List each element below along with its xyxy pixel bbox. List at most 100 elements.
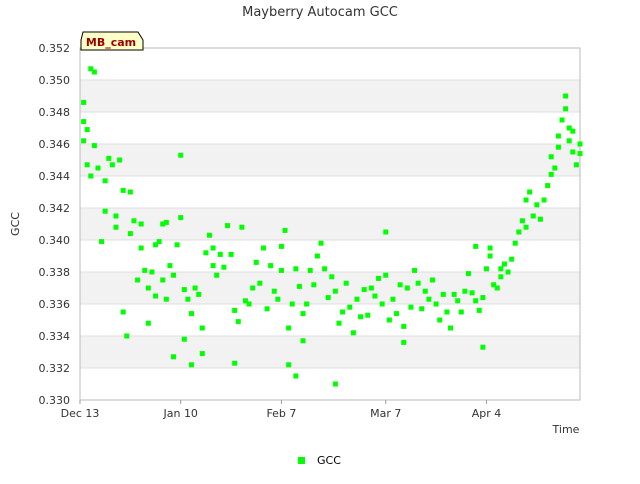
data-point (422, 288, 428, 294)
y-tick-label: 0.330 (39, 394, 71, 407)
data-point (473, 243, 479, 249)
data-point (84, 162, 90, 168)
data-point (221, 264, 227, 270)
data-point (559, 117, 565, 123)
data-point (239, 224, 245, 230)
data-point (498, 266, 504, 272)
data-point (383, 272, 389, 278)
data-point (300, 311, 306, 317)
data-point (81, 119, 87, 125)
data-point (573, 162, 579, 168)
data-point (163, 219, 169, 225)
data-point (318, 240, 324, 246)
y-tick-label: 0.346 (39, 138, 71, 151)
grid-band (80, 144, 580, 176)
data-point (224, 223, 230, 229)
chart-title: Mayberry Autocam GCC (242, 5, 398, 20)
data-point (415, 280, 421, 286)
data-point (343, 280, 349, 286)
data-point (196, 291, 202, 297)
data-point (394, 311, 400, 317)
data-point (138, 245, 144, 251)
site-badge-text: MB_cam (86, 36, 136, 49)
data-point (480, 344, 486, 350)
site-badge: MB_cam (80, 31, 144, 51)
data-point (91, 69, 97, 75)
data-point (523, 224, 529, 230)
data-point (293, 373, 299, 379)
data-point (149, 269, 155, 275)
data-point (555, 144, 561, 150)
data-point (81, 138, 87, 144)
data-point (516, 229, 522, 235)
y-tick-label: 0.348 (39, 106, 71, 119)
data-point (120, 187, 126, 193)
grid-band (80, 112, 580, 144)
data-point (332, 381, 338, 387)
data-point (480, 295, 486, 301)
data-point (189, 362, 195, 368)
data-point (509, 256, 515, 262)
data-point (300, 338, 306, 344)
data-point (566, 138, 572, 144)
data-point (444, 309, 450, 315)
data-point (519, 218, 525, 224)
data-point (167, 263, 173, 269)
data-point (494, 285, 500, 291)
data-point (156, 239, 162, 245)
data-point (214, 272, 220, 278)
data-point (555, 133, 561, 139)
y-tick-label: 0.338 (39, 266, 71, 279)
data-point (483, 266, 489, 272)
data-point (278, 267, 284, 273)
data-point (88, 173, 94, 179)
data-point (264, 306, 270, 312)
data-point (332, 288, 338, 294)
data-point (570, 149, 576, 155)
data-point (102, 208, 108, 214)
data-point (368, 285, 374, 291)
data-point (84, 127, 90, 133)
data-point (322, 266, 328, 272)
data-point (257, 280, 263, 286)
y-tick-label: 0.340 (39, 234, 71, 247)
data-point (530, 213, 536, 219)
data-point (534, 202, 540, 208)
data-point (376, 275, 382, 281)
data-point (545, 183, 551, 189)
data-point (210, 263, 216, 269)
data-point (563, 106, 569, 112)
data-point (433, 301, 439, 307)
data-point (577, 141, 583, 147)
y-tick-label: 0.350 (39, 74, 71, 87)
x-tick-label: Mar 7 (370, 407, 401, 420)
data-point (329, 274, 335, 280)
data-point (408, 304, 414, 310)
data-point (178, 215, 184, 221)
data-point (386, 317, 392, 323)
grid-band (80, 176, 580, 208)
data-point (426, 296, 432, 302)
data-point (336, 320, 342, 326)
data-point (217, 251, 223, 257)
data-point (465, 271, 471, 277)
data-point (174, 242, 180, 248)
data-point (354, 296, 360, 302)
data-point (171, 354, 177, 360)
data-point (124, 333, 130, 339)
chart-container: 0.330 0.332 0.334 0.336 0.338 0.340 0.342 0.344… (0, 0, 640, 480)
x-axis-label: Time (552, 423, 580, 436)
data-point (448, 325, 454, 331)
data-point (250, 285, 256, 291)
data-point (189, 311, 195, 317)
data-point (163, 296, 169, 302)
data-point (293, 266, 299, 272)
data-point (253, 259, 259, 265)
data-point (440, 291, 446, 297)
data-point (577, 151, 583, 157)
y-axis-label: GCC (9, 212, 22, 236)
legend-label: GCC (317, 454, 341, 467)
data-point (113, 224, 119, 230)
data-point (286, 325, 292, 331)
data-point (548, 171, 554, 177)
